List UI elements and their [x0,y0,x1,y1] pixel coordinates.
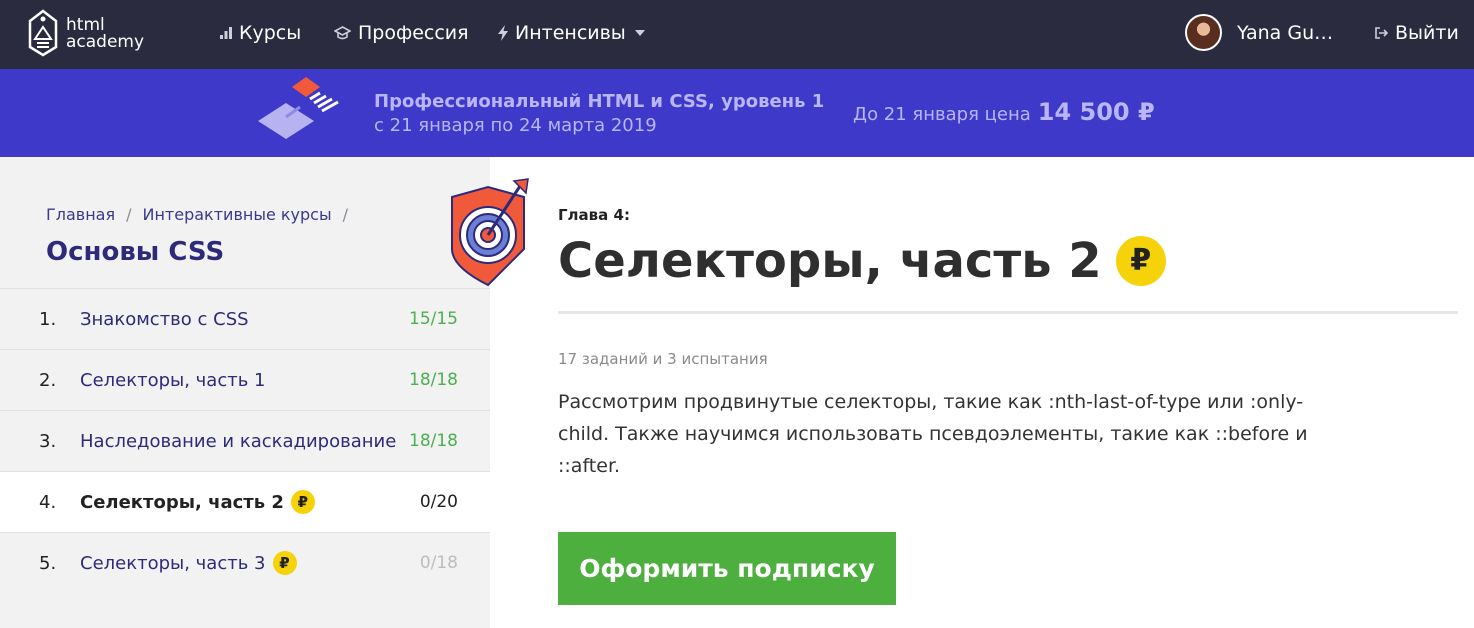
logo-text: html academy [66,17,144,51]
chapter-number: 2. [39,369,57,391]
chapter-progress: 0/20 [419,492,458,512]
chapter-progress: 0/18 [419,553,458,573]
nav-intensives[interactable]: Интенсивы [498,20,645,46]
chapter-name: Селекторы, часть 1 [80,370,266,391]
nav-profession[interactable]: Профессия [334,20,469,46]
chapter-item[interactable]: 3. Наследование и каскадирование 18/18 [0,410,490,471]
ruble-icon: ₽ [272,551,297,575]
breadcrumb: Главная / Интерактивные курсы / [46,205,359,224]
chapter-name: Наследование и каскадирование [80,431,396,452]
chapter-name: Селекторы, часть 3 ₽ [80,551,297,575]
promo-dates: с 21 января по 24 марта 2019 [374,115,657,136]
chapter-item[interactable]: 2. Селекторы, часть 1 18/18 [0,349,490,410]
divider [558,311,1458,314]
promo-price-prefix: До 21 января цена [853,104,1031,125]
chapter-number: 1. [39,308,57,330]
chapter-name-text: Знакомство с CSS [80,308,249,330]
chapter-number: 5. [39,552,57,574]
chapter-name: Селекторы, часть 2 ₽ [80,490,315,514]
chapter-item[interactable]: 5. Селекторы, часть 3 ₽ 0/18 [0,532,490,593]
breadcrumb-interactive-courses[interactable]: Интерактивные курсы [143,205,332,224]
promo-illustration-icon [258,77,339,139]
html-academy-logo[interactable]: html academy [26,9,156,59]
promo-title: Профессиональный HTML и CSS, уровень 1 [374,91,825,112]
lightning-icon [498,25,508,41]
tasks-count: 17 заданий и 3 испытания [558,350,768,368]
chapter-progress: 18/18 [409,370,458,390]
chapter-name-text: Селекторы, часть 2 [80,491,284,513]
logout-button[interactable]: Выйти [1374,20,1459,46]
promo-price-amount: 14 500 ₽ [1037,98,1155,126]
nav-intensives-label: Интенсивы [515,22,626,44]
chapter-name-text: Селекторы, часть 1 [80,369,266,391]
subscribe-button[interactable]: Оформить подписку [558,532,896,605]
breadcrumb-separator: / [342,205,348,224]
target-arrow-badge-icon [451,178,529,287]
logout-label: Выйти [1395,22,1459,44]
chapter-name-text: Селекторы, часть 3 [80,552,266,574]
username[interactable]: Yana Gus... [1237,20,1341,46]
logout-icon [1374,26,1388,40]
page-title-text: Селекторы, часть 2 [558,233,1102,289]
page-title: Селекторы, часть 2 ₽ [558,233,1166,289]
chapter-item-active[interactable]: 4. Селекторы, часть 2 ₽ 0/20 [0,471,490,532]
course-sidebar: Главная / Интерактивные курсы / Основы CSS … [0,157,529,628]
chapter-progress: 18/18 [409,431,458,451]
chapter-progress: 15/15 [409,309,458,329]
nav-courses-label: Курсы [239,22,302,44]
bars-icon [220,27,232,39]
breadcrumb-separator: / [126,205,132,224]
top-navigation-bar: html academy Курсы Профессия Интенсивы Y… [0,0,1474,69]
chevron-down-icon [634,30,645,36]
ruble-icon: ₽ [1115,236,1166,286]
logo-line-2: academy [66,32,145,52]
chapter-name-text: Наследование и каскадирование [80,430,397,452]
chapter-list: 1. Знакомство с CSS 15/15 2. Селекторы, … [0,288,490,593]
breadcrumb-home[interactable]: Главная [46,205,115,224]
course-title[interactable]: Основы CSS [46,237,224,267]
ruble-icon: ₽ [290,490,315,514]
nav-courses[interactable]: Курсы [220,20,301,46]
nav-profession-label: Профессия [358,22,469,44]
chapter-number: 3. [39,430,57,452]
graduation-cap-icon [334,26,351,40]
avatar[interactable] [1185,14,1222,51]
academy-logo-icon [28,9,58,57]
chapter-name: Знакомство с CSS [80,309,249,330]
promo-price: До 21 января цена 14 500 ₽ [853,98,1155,126]
promo-banner[interactable]: Профессиональный HTML и CSS, уровень 1 с… [0,69,1474,157]
chapter-label: Глава 4: [558,206,630,224]
chapter-item[interactable]: 1. Знакомство с CSS 15/15 [0,288,490,349]
chapter-description: Рассмотрим продвинутые селекторы, такие … [558,391,1308,477]
chapter-number: 4. [39,491,57,513]
